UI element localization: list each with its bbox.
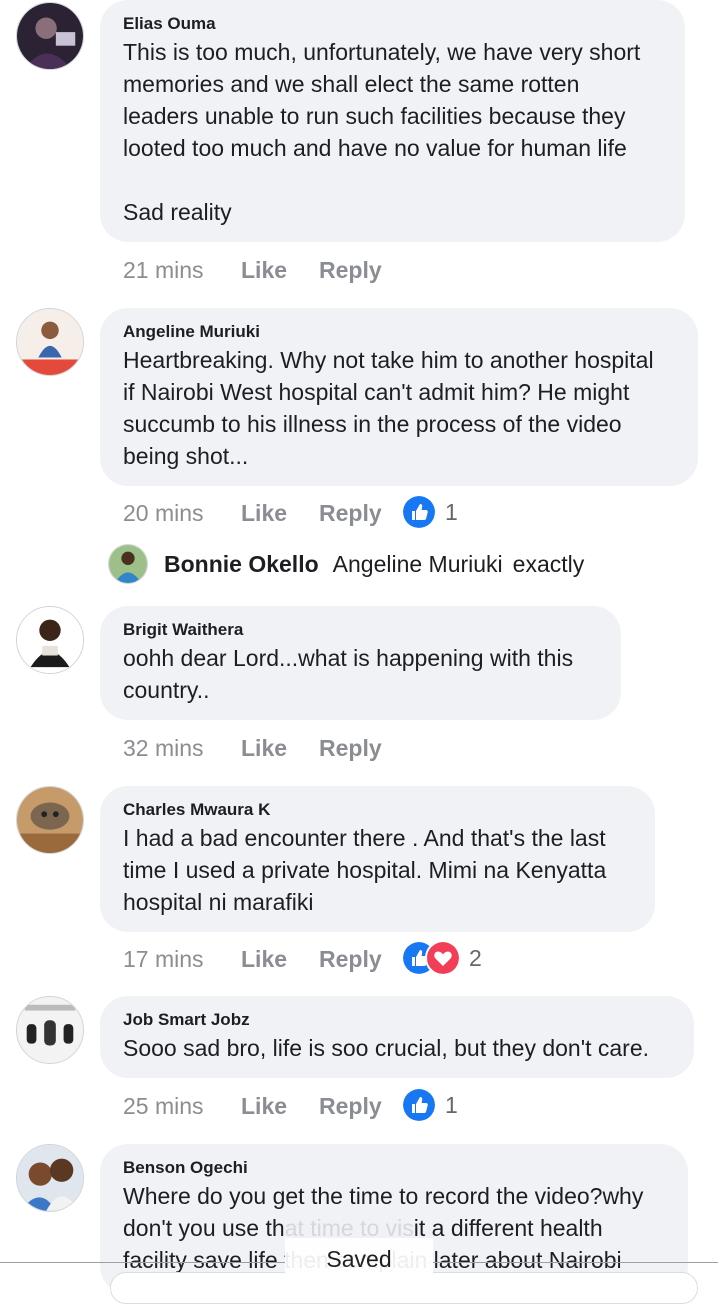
comment-text: This is too much, unfortunately, we have… [123, 39, 641, 225]
like-reaction-icon [401, 1087, 437, 1123]
like-button[interactable]: Like [241, 732, 287, 764]
comment-text: I had a bad encounter there . And that's… [123, 825, 607, 915]
comment-author[interactable]: Elias Ouma [123, 14, 663, 34]
like-button[interactable]: Like [241, 254, 287, 286]
reply-mention[interactable]: Angeline Muriuki [333, 551, 503, 578]
comment-text-line: facility save life [123, 1247, 278, 1273]
comment-bubble: Brigit Waithera oohh dear Lord...what is… [100, 606, 621, 720]
comment-text: oohh dear Lord...what is happening with … [123, 645, 574, 703]
like-reaction-icon [401, 494, 437, 530]
avatar[interactable] [16, 308, 84, 376]
comment-time[interactable]: 25 mins [123, 1090, 204, 1122]
comment-time[interactable]: 20 mins [123, 497, 204, 529]
reaction-count: 2 [469, 945, 482, 971]
comment-author[interactable]: Benson Ogechi [123, 1158, 666, 1178]
saved-toast: Saved [285, 1238, 433, 1280]
avatar[interactable] [16, 996, 84, 1064]
comment-text-line: Where do you get the time to record the … [123, 1183, 644, 1209]
comment-time[interactable]: 17 mins [123, 943, 204, 975]
avatar[interactable] [16, 2, 84, 70]
reply-button[interactable]: Reply [319, 732, 382, 764]
reply-preview[interactable]: Bonnie Okello Angeline Muriuki exactly [108, 544, 584, 584]
comment-author[interactable]: Brigit Waithera [123, 620, 599, 640]
comment-time[interactable]: 21 mins [123, 254, 204, 286]
reaction-count: 1 [445, 1092, 458, 1118]
avatar[interactable] [108, 544, 148, 584]
comment-bubble: Job Smart Jobz Sooo sad bro, life is soo… [100, 996, 694, 1078]
comment-author[interactable]: Charles Mwaura K [123, 800, 633, 820]
reaction-summary[interactable]: 1 [401, 1087, 458, 1123]
comment-text: Sooo sad bro, life is soo crucial, but t… [123, 1035, 650, 1061]
reply-text: exactly [512, 550, 585, 577]
avatar[interactable] [16, 1144, 84, 1212]
reaction-count: 1 [445, 499, 458, 525]
reply-author[interactable]: Bonnie Okello [164, 551, 319, 578]
reply-button[interactable]: Reply [319, 497, 382, 529]
avatar[interactable] [16, 606, 84, 674]
comment-text-line: it a different health [413, 1215, 603, 1241]
reaction-summary[interactable]: 1 [401, 494, 458, 530]
like-button[interactable]: Like [241, 1090, 287, 1122]
comment-bubble: Elias Ouma This is too much, unfortunate… [100, 0, 685, 242]
comment-text-line: don't you use th [123, 1215, 285, 1241]
comment-time[interactable]: 32 mins [123, 732, 204, 764]
reply-button[interactable]: Reply [319, 1090, 382, 1122]
avatar[interactable] [16, 786, 84, 854]
comment-text: Heartbreaking. Why not take him to anoth… [123, 347, 654, 469]
reply-button[interactable]: Reply [319, 254, 382, 286]
comment-bubble: Angeline Muriuki Heartbreaking. Why not … [100, 308, 698, 486]
like-button[interactable]: Like [241, 497, 287, 529]
reaction-summary[interactable]: 2 [401, 940, 482, 976]
love-reaction-icon [425, 940, 461, 976]
like-button[interactable]: Like [241, 943, 287, 975]
comment-author[interactable]: Job Smart Jobz [123, 1010, 672, 1030]
comment-author[interactable]: Angeline Muriuki [123, 322, 676, 342]
reply-button[interactable]: Reply [319, 943, 382, 975]
comment-bubble: Charles Mwaura K I had a bad encounter t… [100, 786, 655, 932]
